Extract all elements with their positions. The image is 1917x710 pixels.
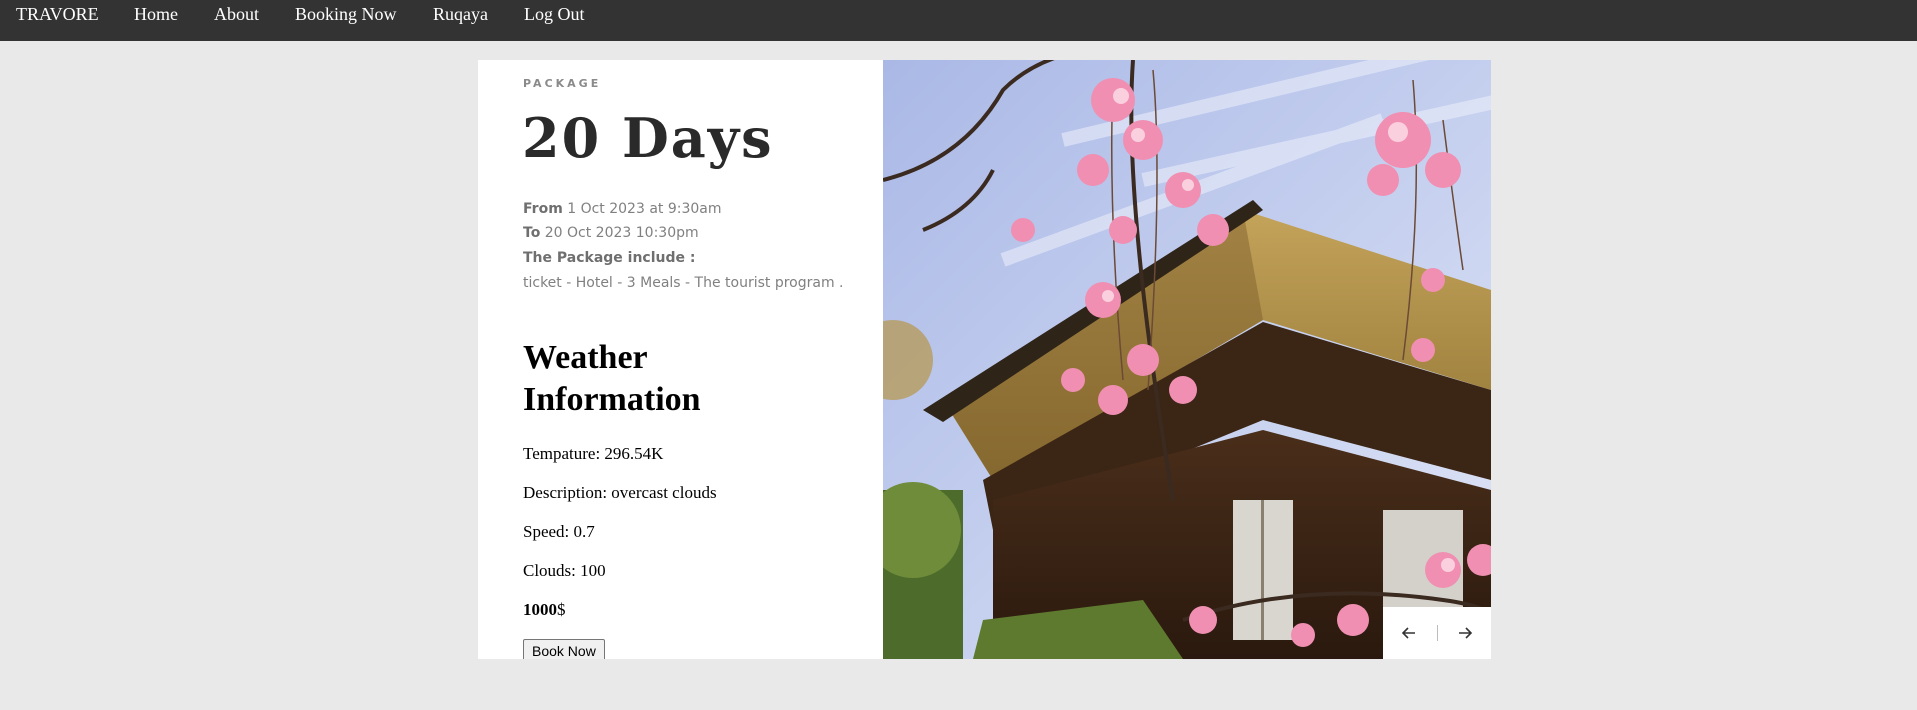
package-card: PACKAGE 20 Days From 1 Oct 2023 at 9:30a… — [478, 60, 1491, 659]
weather-title: Weather Information — [523, 339, 701, 418]
nav-user-link[interactable]: Ruqaya — [433, 4, 488, 25]
destination-photo — [883, 60, 1491, 659]
nav-logout-link[interactable]: Log Out — [524, 4, 585, 25]
price-currency: $ — [557, 600, 566, 619]
nav-about-link[interactable]: About — [214, 4, 259, 25]
arrow-right-icon[interactable] — [1453, 621, 1477, 645]
slider-controls — [1383, 607, 1491, 659]
package-price: 1000$ — [523, 600, 566, 620]
top-navbar: TRAVORE Home About Booking Now Ruqaya Lo… — [0, 0, 1917, 41]
weather-temperature: Tempature: 296.54K — [523, 444, 664, 463]
nav-booking-link[interactable]: Booking Now — [295, 4, 397, 25]
book-now-button[interactable]: Book Now — [523, 639, 605, 659]
include-value: ticket - Hotel - 3 Meals - The tourist p… — [523, 275, 844, 291]
package-title: 20 Days — [522, 106, 774, 170]
package-eyebrow: PACKAGE — [523, 77, 602, 90]
from-label: From — [523, 201, 563, 217]
slider-divider — [1437, 625, 1438, 641]
price-amount: 1000 — [523, 600, 557, 619]
nav-home-link[interactable]: Home — [134, 4, 178, 25]
include-label-line: The Package include : — [523, 250, 863, 266]
arrow-left-icon[interactable] — [1397, 621, 1421, 645]
include-label: The Package include : — [523, 250, 696, 266]
to-value: 20 Oct 2023 10:30pm — [540, 225, 699, 241]
to-line: To 20 Oct 2023 10:30pm — [523, 225, 863, 241]
package-details-panel: PACKAGE 20 Days From 1 Oct 2023 at 9:30a… — [478, 60, 883, 659]
weather-clouds: Clouds: 100 — [523, 561, 606, 580]
weather-speed: Speed: 0.7 — [523, 522, 595, 541]
brand-link[interactable]: TRAVORE — [16, 4, 99, 25]
to-label: To — [523, 225, 541, 241]
weather-description: Description: overcast clouds — [523, 483, 717, 502]
from-line: From 1 Oct 2023 at 9:30am — [523, 201, 863, 217]
from-value: 1 Oct 2023 at 9:30am — [562, 201, 722, 217]
temple-cherry-blossom-image — [883, 60, 1491, 659]
